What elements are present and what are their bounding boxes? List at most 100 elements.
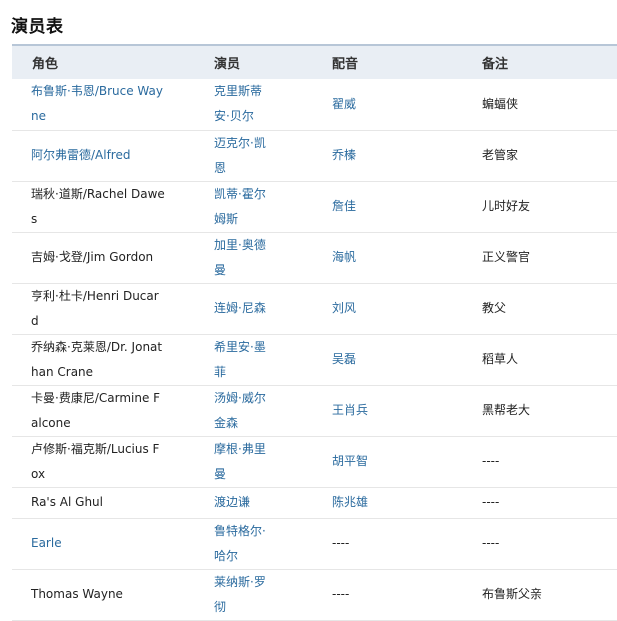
actor-cell: 凯蒂·霍尔姆斯	[194, 181, 312, 233]
dub-link[interactable]: 胡平智	[332, 454, 368, 468]
actor-cell: 莱纳斯·罗彻	[194, 569, 312, 621]
role-text: 吉姆·戈登/Jim Gordon	[31, 250, 154, 264]
table-header-row: 角色 演员 配音 备注	[12, 44, 617, 79]
role-cell: 卢修斯·福克斯/Lucius Fox	[12, 436, 194, 488]
note-cell: ----	[462, 436, 617, 488]
note-cell: ----	[462, 487, 617, 519]
actor-link[interactable]: 渡边谦	[214, 495, 250, 509]
role-cell: 乔纳森·克莱恩/Dr. Jonathan Crane	[12, 334, 194, 386]
dub-cell: 海帆	[312, 232, 462, 284]
dub-link[interactable]: 乔榛	[332, 148, 356, 162]
role-cell: Thomas Wayne	[12, 569, 194, 621]
table-row: 乔纳森·克莱恩/Dr. Jonathan Crane 希里安·墨菲 吴磊 稻草人	[12, 334, 617, 386]
dub-link[interactable]: 海帆	[332, 250, 356, 264]
note-cell: 老管家	[462, 130, 617, 182]
role-text: Ra's Al Ghul	[31, 495, 103, 509]
actor-cell: 鲁特格尔·哈尔	[194, 518, 312, 570]
role-link[interactable]: 布鲁斯·韦恩/Bruce Wayne	[31, 84, 163, 123]
actor-link[interactable]: 莱纳斯·罗彻	[214, 575, 266, 614]
cast-table: 角色 演员 配音 备注 布鲁斯·韦恩/Bruce Wayne 克里斯蒂安·贝尔 …	[12, 44, 617, 621]
note-cell: ----	[462, 518, 617, 570]
actor-link[interactable]: 希里安·墨菲	[214, 340, 266, 379]
dub-text: ----	[332, 587, 350, 601]
role-cell: 阿尔弗雷德/Alfred	[12, 130, 194, 182]
note-text: 正义警官	[482, 250, 531, 264]
dub-link[interactable]: 詹佳	[332, 199, 356, 213]
note-cell: 稻草人	[462, 334, 617, 386]
role-link[interactable]: 阿尔弗雷德/Alfred	[31, 148, 130, 162]
dub-cell: ----	[312, 518, 462, 570]
actor-cell: 渡边谦	[194, 487, 312, 519]
actor-link[interactable]: 连姆·尼森	[214, 301, 266, 315]
table-row: 吉姆·戈登/Jim Gordon 加里·奥德曼 海帆 正义警官	[12, 232, 617, 284]
note-text: ----	[482, 536, 500, 550]
actor-cell: 迈克尔·凯恩	[194, 130, 312, 182]
table-row: 瑞秋·道斯/Rachel Dawes 凯蒂·霍尔姆斯 詹佳 儿时好友	[12, 181, 617, 233]
role-link[interactable]: Earle	[31, 536, 62, 550]
actor-link[interactable]: 汤姆·威尔金森	[214, 391, 266, 430]
actor-link[interactable]: 鲁特格尔·哈尔	[214, 524, 266, 563]
table-row: 卢修斯·福克斯/Lucius Fox 摩根·弗里曼 胡平智 ----	[12, 436, 617, 488]
header-note: 备注	[462, 44, 617, 79]
dub-cell: 刘风	[312, 283, 462, 335]
header-actor: 演员	[194, 44, 312, 79]
table-row: 卡曼·费康尼/Carmine Falcone 汤姆·威尔金森 王肖兵 黑帮老大	[12, 385, 617, 437]
table-row: 布鲁斯·韦恩/Bruce Wayne 克里斯蒂安·贝尔 翟威 蝙蝠侠	[12, 79, 617, 131]
note-cell: 儿时好友	[462, 181, 617, 233]
header-role: 角色	[12, 44, 194, 79]
dub-link[interactable]: 王肖兵	[332, 403, 368, 417]
dub-link[interactable]: 陈兆雄	[332, 495, 368, 509]
role-text: 卢修斯·福克斯/Lucius Fox	[31, 441, 160, 481]
dub-link[interactable]: 刘风	[332, 301, 356, 315]
actor-link[interactable]: 摩根·弗里曼	[214, 442, 266, 481]
note-text: 儿时好友	[482, 199, 531, 213]
dub-link[interactable]: 吴磊	[332, 352, 356, 366]
actor-cell: 连姆·尼森	[194, 283, 312, 335]
role-cell: 布鲁斯·韦恩/Bruce Wayne	[12, 79, 194, 131]
note-text: 布鲁斯父亲	[482, 587, 543, 601]
table-row: Earle 鲁特格尔·哈尔 ---- ----	[12, 518, 617, 570]
dub-cell: 陈兆雄	[312, 487, 462, 519]
dub-cell: 胡平智	[312, 436, 462, 488]
note-text: 教父	[482, 301, 507, 315]
actor-cell: 希里安·墨菲	[194, 334, 312, 386]
note-text: 黑帮老大	[482, 403, 531, 417]
note-cell: 教父	[462, 283, 617, 335]
note-cell: 黑帮老大	[462, 385, 617, 437]
note-cell: 正义警官	[462, 232, 617, 284]
table-row: Thomas Wayne 莱纳斯·罗彻 ---- 布鲁斯父亲	[12, 569, 617, 621]
note-cell: 布鲁斯父亲	[462, 569, 617, 621]
role-text: 乔纳森·克莱恩/Dr. Jonathan Crane	[31, 339, 163, 379]
dub-link[interactable]: 翟威	[332, 97, 356, 111]
actor-cell: 摩根·弗里曼	[194, 436, 312, 488]
note-text: 老管家	[482, 148, 519, 162]
role-cell: 瑞秋·道斯/Rachel Dawes	[12, 181, 194, 233]
dub-text: ----	[332, 536, 350, 550]
actor-link[interactable]: 迈克尔·凯恩	[214, 136, 266, 175]
actor-link[interactable]: 凯蒂·霍尔姆斯	[214, 187, 266, 226]
actor-link[interactable]: 加里·奥德曼	[214, 238, 266, 277]
actor-link[interactable]: 克里斯蒂安·贝尔	[214, 84, 262, 123]
header-dub: 配音	[312, 44, 462, 79]
table-row: 亨利·杜卡/Henri Ducard 连姆·尼森 刘风 教父	[12, 283, 617, 335]
note-text: ----	[482, 495, 500, 509]
note-text: 蝙蝠侠	[482, 96, 519, 111]
note-cell: 蝙蝠侠	[462, 79, 617, 131]
dub-cell: 吴磊	[312, 334, 462, 386]
table-row: 阿尔弗雷德/Alfred 迈克尔·凯恩 乔榛 老管家	[12, 130, 617, 182]
role-text: 卡曼·费康尼/Carmine Falcone	[31, 390, 161, 430]
role-text: 瑞秋·道斯/Rachel Dawes	[31, 186, 165, 226]
role-cell: 卡曼·费康尼/Carmine Falcone	[12, 385, 194, 437]
page-title: 演员表	[11, 17, 64, 37]
note-text: 稻草人	[482, 352, 519, 366]
actor-cell: 加里·奥德曼	[194, 232, 312, 284]
role-text: 亨利·杜卡/Henri Ducard	[31, 288, 159, 328]
role-text: Thomas Wayne	[31, 587, 123, 601]
dub-cell: ----	[312, 569, 462, 621]
dub-cell: 翟威	[312, 79, 462, 131]
actor-cell: 克里斯蒂安·贝尔	[194, 79, 312, 131]
table-row: Ra's Al Ghul 渡边谦 陈兆雄 ----	[12, 487, 617, 519]
role-cell: 亨利·杜卡/Henri Ducard	[12, 283, 194, 335]
note-text: ----	[482, 454, 500, 468]
dub-cell: 乔榛	[312, 130, 462, 182]
